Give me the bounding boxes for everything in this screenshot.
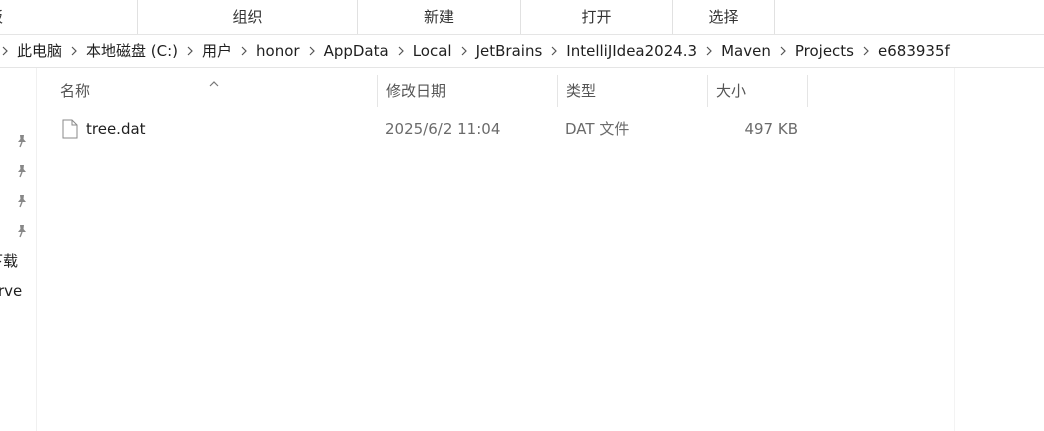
pin-icon[interactable] <box>15 133 29 148</box>
chevron-right-icon[interactable] <box>459 35 469 67</box>
file-modified-date: 2025/6/2 11:04 <box>385 120 501 138</box>
ribbon-group-open[interactable]: 打开 <box>521 0 673 34</box>
chevron-right-icon[interactable] <box>861 35 871 67</box>
file-name: tree.dat <box>86 120 146 138</box>
chevron-right-icon[interactable] <box>704 35 714 67</box>
breadcrumb-local[interactable]: Local <box>411 35 454 67</box>
chevron-right-icon[interactable] <box>778 35 788 67</box>
chevron-right-icon[interactable] <box>185 35 195 67</box>
column-header-type[interactable]: 类型 <box>558 75 708 107</box>
file-type: DAT 文件 <box>565 120 630 138</box>
column-header-date[interactable]: 修改日期 <box>378 75 558 107</box>
breadcrumb-intellij[interactable]: IntelliJIdea2024.3 <box>564 35 699 67</box>
nav-item-downloads[interactable]: 下载 <box>0 250 18 271</box>
nav-item-drive[interactable]: rve <box>0 282 22 300</box>
column-header-name[interactable]: 名称 <box>52 75 378 107</box>
file-size: 497 KB <box>744 120 798 138</box>
file-explorer-window: 板 组织 新建 打开 选择 此电脑 本地磁盘 (C:) 用户 honor App… <box>0 0 1044 431</box>
ribbon-group-new[interactable]: 新建 <box>358 0 521 34</box>
breadcrumb-jetbrains[interactable]: JetBrains <box>474 35 545 67</box>
ribbon-group-clipboard[interactable]: 板 <box>0 0 138 34</box>
breadcrumb-this-pc[interactable]: 此电脑 <box>15 35 64 67</box>
chevron-right-icon[interactable] <box>69 35 79 67</box>
navigation-pane: 下载 rve <box>0 68 37 431</box>
breadcrumb-maven[interactable]: Maven <box>719 35 773 67</box>
chevron-right-icon[interactable] <box>239 35 249 67</box>
pin-icon[interactable] <box>15 223 29 238</box>
breadcrumb: 此电脑 本地磁盘 (C:) 用户 honor AppData Local Jet… <box>0 35 952 67</box>
ribbon-group-select[interactable]: 选择 <box>673 0 775 34</box>
ribbon: 板 组织 新建 打开 选择 <box>0 0 1044 34</box>
ribbon-group-organize[interactable]: 组织 <box>138 0 358 34</box>
chevron-right-icon[interactable] <box>549 35 559 67</box>
address-bar[interactable]: 此电脑 本地磁盘 (C:) 用户 honor AppData Local Jet… <box>0 35 1044 68</box>
chevron-right-icon[interactable] <box>0 35 10 67</box>
breadcrumb-users[interactable]: 用户 <box>200 35 234 67</box>
breadcrumb-local-disk[interactable]: 本地磁盘 (C:) <box>84 35 180 67</box>
details-pane-divider <box>954 68 955 431</box>
breadcrumb-appdata[interactable]: AppData <box>322 35 391 67</box>
breadcrumb-projects[interactable]: Projects <box>793 35 856 67</box>
file-icon <box>62 119 78 139</box>
pin-icon[interactable] <box>15 193 29 208</box>
chevron-right-icon[interactable] <box>307 35 317 67</box>
column-header-size[interactable]: 大小 <box>708 75 808 107</box>
breadcrumb-current-folder[interactable]: e683935f <box>876 35 952 67</box>
breadcrumb-honor[interactable]: honor <box>254 35 302 67</box>
pin-icon[interactable] <box>15 163 29 178</box>
file-row[interactable]: tree.dat 2025/6/2 11:04 DAT 文件 497 KB <box>52 115 808 143</box>
chevron-right-icon[interactable] <box>396 35 406 67</box>
